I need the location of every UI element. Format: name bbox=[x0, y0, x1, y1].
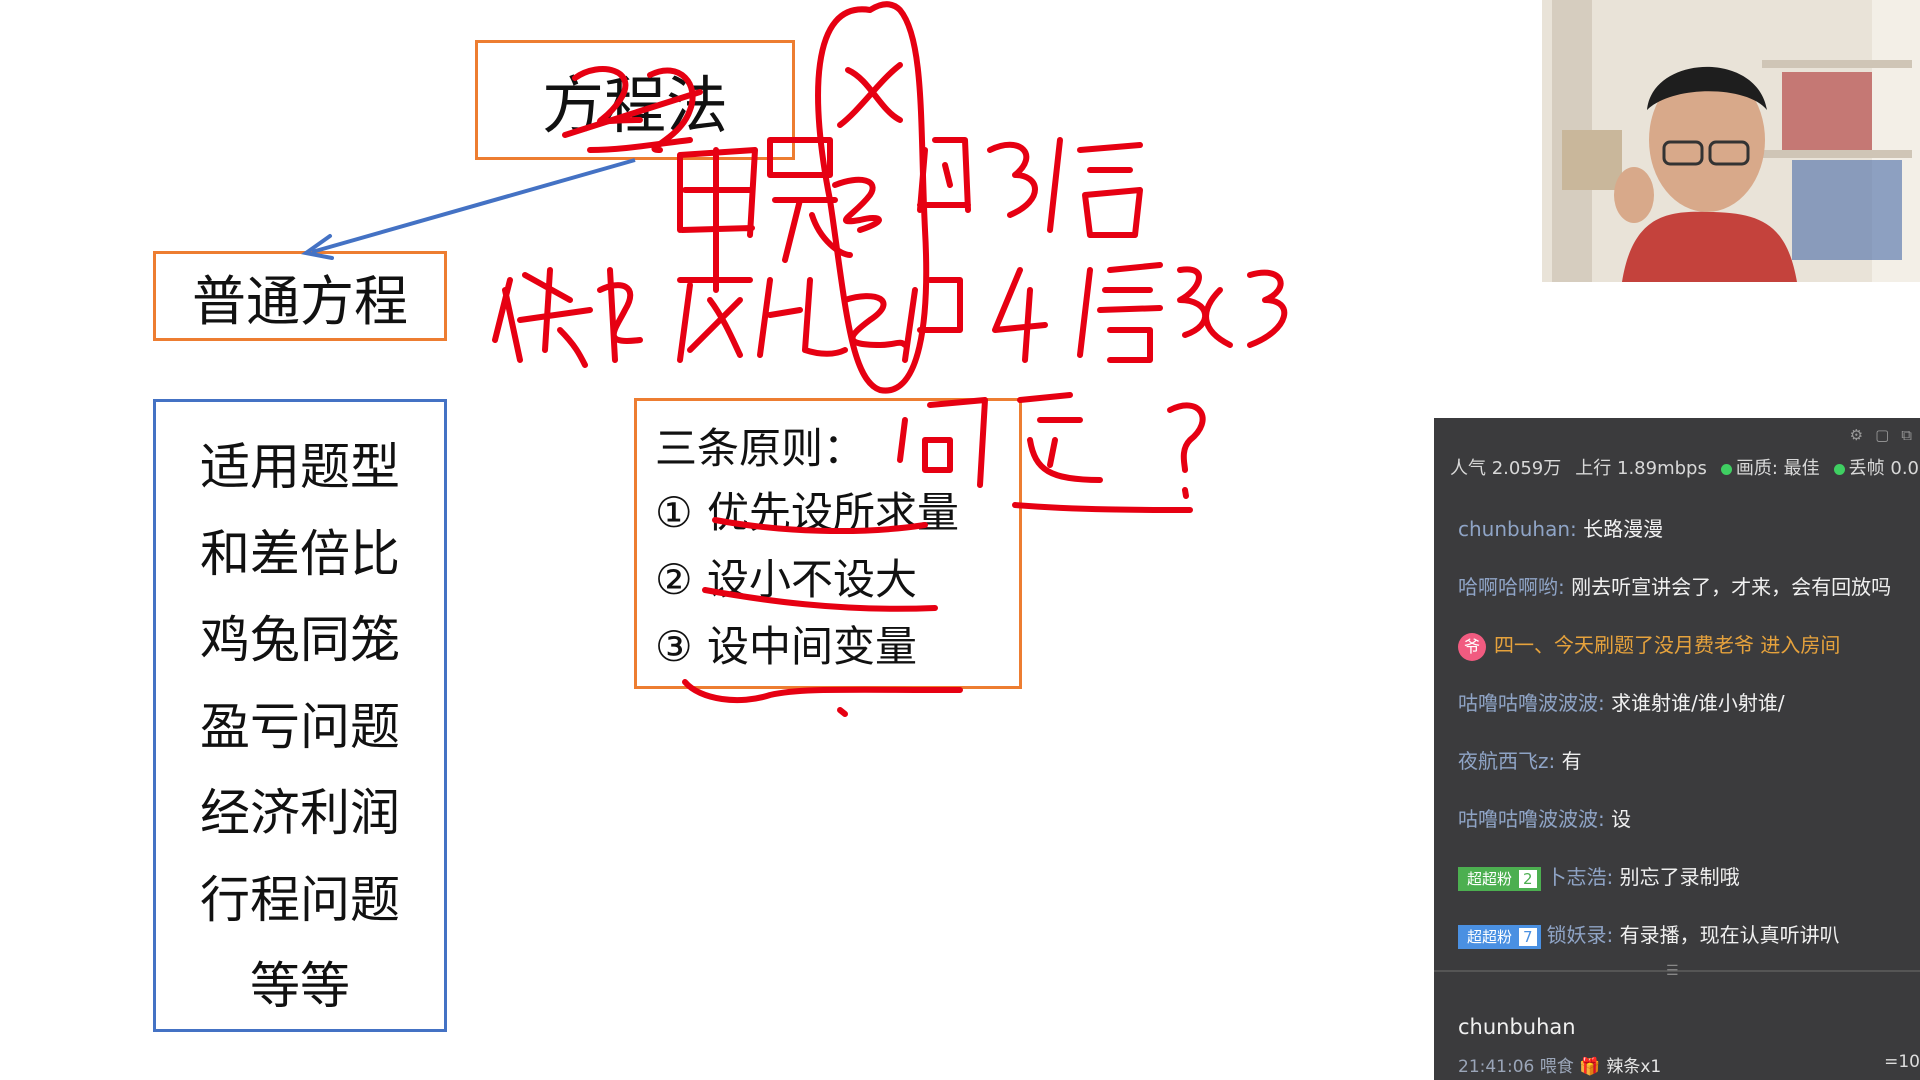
popularity-stat: 人气 2.059万 bbox=[1450, 458, 1562, 479]
dropped-frames-stat: 丢帧 0.0% bbox=[1833, 454, 1920, 480]
chat-system-message: 爷四一、今天刷题了没月费老爷 进入房间 bbox=[1458, 630, 1920, 688]
fan-badge-label: 超超粉 bbox=[1467, 927, 1513, 946]
chat-message: 咕噜咕噜波波波: 设 bbox=[1458, 804, 1920, 862]
topic-item: 等等 bbox=[250, 957, 350, 1015]
gift-name: 辣条x1 bbox=[1606, 1057, 1662, 1077]
chat-username[interactable]: 咕噜咕噜波波波: bbox=[1458, 691, 1605, 715]
drag-handle-icon[interactable]: ☰ bbox=[1666, 963, 1679, 979]
chat-username[interactable]: 咕噜咕噜波波波: bbox=[1458, 807, 1605, 831]
chat-message: chunbuhan: 长路漫漫 bbox=[1458, 514, 1920, 572]
status-dot-icon bbox=[1720, 463, 1732, 475]
chat-message: 超超粉 2 卜志浩: 别忘了录制哦 bbox=[1458, 862, 1920, 920]
dropped-label: 丢帧 0.0% bbox=[1848, 458, 1920, 479]
chat-message-list[interactable]: chunbuhan: 长路漫漫 哈啊哈啊哟: 刚去听宣讲会了，才来，会有回放吗 … bbox=[1458, 514, 1920, 978]
stream-stats: 人气 2.059万 上行 1.89mbps 画质: 最佳 丢帧 0.0% bbox=[1450, 454, 1920, 480]
status-dot-icon bbox=[1833, 463, 1845, 475]
quality-label: 画质: 最佳 bbox=[1735, 458, 1820, 479]
fan-badge-level: 7 bbox=[1519, 927, 1537, 946]
handwritten-notes bbox=[492, 1, 1288, 717]
live-chat-panel: ⚙ ▢ ⧉ 人气 2.059万 上行 1.89mbps 画质: 最佳 丢帧 0.… bbox=[1434, 418, 1920, 1080]
gift-count: =10 bbox=[1884, 1052, 1920, 1072]
chat-text: 有录播，现在认真听讲叭 bbox=[1613, 923, 1840, 947]
chat-text: 设 bbox=[1604, 807, 1632, 831]
topic-item: 经济利润 bbox=[200, 784, 400, 842]
chat-username[interactable]: 卜志浩: bbox=[1547, 865, 1614, 889]
chat-text: 刚去听宣讲会了，才来，会有回放吗 bbox=[1564, 575, 1892, 599]
chat-message: 夜航西飞z: 有 bbox=[1458, 746, 1920, 804]
chat-username[interactable]: 夜航西飞z: bbox=[1458, 749, 1555, 773]
presenter-video bbox=[1542, 0, 1920, 282]
gift-sender-name[interactable]: chunbuhan bbox=[1458, 1015, 1576, 1039]
webcam-feed bbox=[1542, 0, 1920, 282]
system-text: 四一、今天刷题了没月费老爷 进入房间 bbox=[1494, 633, 1841, 657]
fan-badge-level: 2 bbox=[1519, 869, 1537, 888]
chat-text: 别忘了录制哦 bbox=[1613, 865, 1740, 889]
chat-text: 有 bbox=[1555, 749, 1582, 773]
handwriting-layer bbox=[301, 1, 1288, 717]
chat-text: 长路漫漫 bbox=[1576, 517, 1664, 541]
gift-time: 21:41:06 喂食 bbox=[1458, 1057, 1574, 1077]
fan-badge: 超超粉 7 bbox=[1458, 924, 1541, 949]
fan-badge: 超超粉 2 bbox=[1458, 866, 1541, 891]
gift-record: 21:41:06 喂食 🎁 辣条x1 bbox=[1458, 1052, 1661, 1077]
chat-toolbar: ⚙ ▢ ⧉ bbox=[1850, 426, 1912, 444]
clipboard-icon[interactable]: ▢ bbox=[1875, 426, 1889, 444]
role-badge-icon: 爷 bbox=[1458, 632, 1486, 661]
chat-username[interactable]: 哈啊哈啊哟: bbox=[1458, 575, 1565, 599]
chat-username[interactable]: 锁妖录: bbox=[1547, 923, 1614, 947]
popout-icon[interactable]: ⧉ bbox=[1901, 426, 1912, 444]
chat-username[interactable]: chunbuhan: bbox=[1458, 517, 1577, 541]
upload-stat: 上行 1.89mbps bbox=[1575, 458, 1707, 479]
chat-text: 求谁射谁/谁小射谁/ bbox=[1604, 691, 1785, 715]
gear-icon[interactable]: ⚙ bbox=[1850, 426, 1863, 444]
chat-message: 咕噜咕噜波波波: 求谁射谁/谁小射谁/ bbox=[1458, 688, 1920, 746]
quality-stat: 画质: 最佳 bbox=[1720, 454, 1820, 480]
chat-message: 哈啊哈啊哟: 刚去听宣讲会了，才来，会有回放吗 bbox=[1458, 572, 1920, 630]
gift-icon: 🎁 bbox=[1579, 1057, 1601, 1077]
topic-item: 行程问题 bbox=[200, 870, 400, 929]
arrow-icon bbox=[301, 158, 636, 260]
fan-badge-label: 超超粉 bbox=[1467, 869, 1513, 888]
